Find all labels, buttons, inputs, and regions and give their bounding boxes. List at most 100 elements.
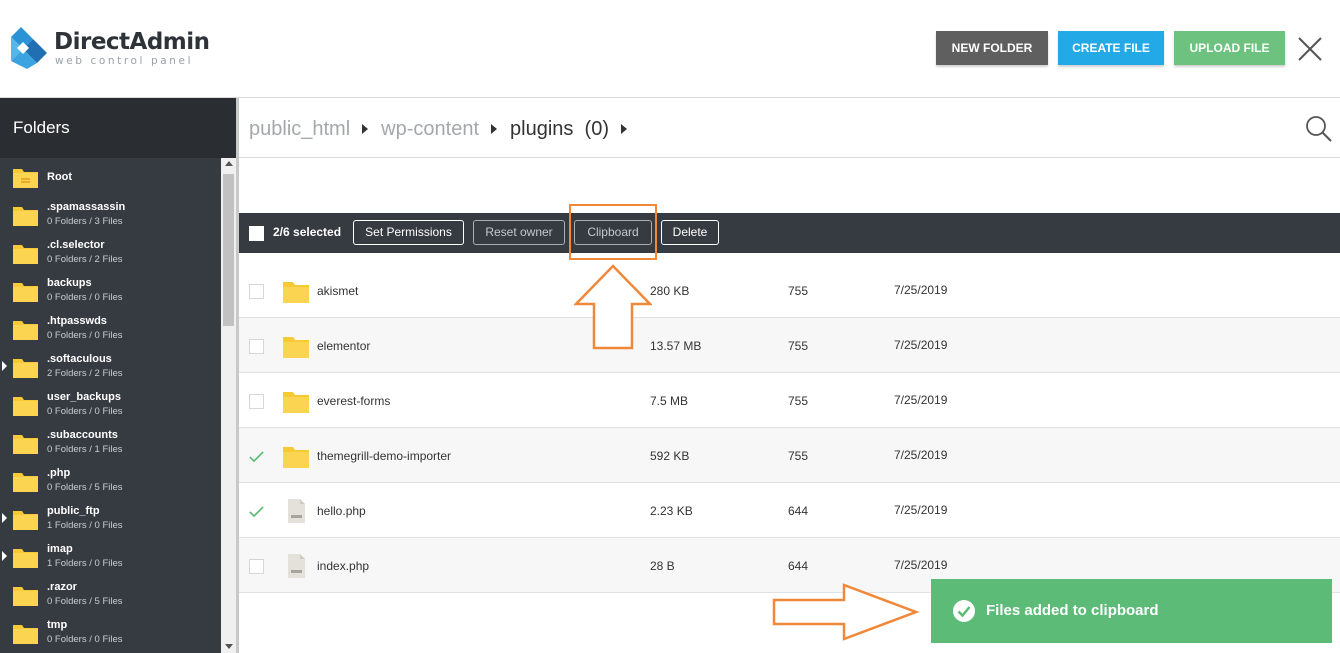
sidebar-item-label: .razor	[47, 581, 77, 593]
sidebar-item-root[interactable]: Root	[0, 158, 221, 196]
sidebar-item-label: .cl.selector	[47, 239, 105, 251]
checkmark-icon[interactable]	[249, 504, 264, 519]
file-date: 7/25/2019	[894, 283, 948, 297]
sidebar-item-public-ftp[interactable]: public_ftp 1 Folders / 0 Files	[0, 500, 221, 538]
brand-tagline: web control panel	[55, 55, 194, 67]
table-row[interactable]: hello.php 2.23 KB 644 7/25/2019	[239, 483, 1340, 538]
create-file-button[interactable]: CREATE FILE	[1058, 31, 1164, 65]
sidebar-item-user-backups[interactable]: user_backups 0 Folders / 0 Files	[0, 386, 221, 424]
breadcrumb-wp-content[interactable]: wp-content	[381, 99, 479, 159]
file-date: 7/25/2019	[894, 558, 948, 572]
sidebar-item-softaculous[interactable]: .softaculous 2 Folders / 2 Files	[0, 348, 221, 386]
file-size: 280 KB	[650, 284, 690, 298]
file-name[interactable]: akismet	[317, 284, 358, 298]
top-header: DirectAdmin web control panel NEW FOLDER…	[0, 0, 1340, 98]
sidebar-item-meta: 0 Folders / 2 Files	[47, 254, 123, 265]
sidebar-item-razor[interactable]: .razor 0 Folders / 5 Files	[0, 576, 221, 614]
php-file-icon	[288, 554, 305, 578]
sidebar-item-meta: 0 Folders / 0 Files	[47, 292, 123, 303]
clipboard-highlight-box	[569, 204, 657, 260]
file-list-panel: public_html wp-content plugins (0) 2/6 sel…	[236, 98, 1340, 653]
file-date: 7/25/2019	[894, 338, 948, 352]
checkmark-icon[interactable]	[249, 449, 264, 464]
sidebar-item-subaccounts[interactable]: .subaccounts 0 Folders / 1 Files	[0, 424, 221, 462]
select-all-checkbox[interactable]	[249, 226, 264, 241]
sidebar-item-tmp[interactable]: tmp 0 Folders / 0 Files	[0, 614, 221, 652]
file-table: akismet 280 KB 755 7/25/2019 elementor 1…	[239, 263, 1340, 593]
breadcrumb-arrow-icon[interactable]	[620, 123, 627, 134]
directadmin-logo[interactable]: DirectAdmin web control panel	[9, 27, 210, 69]
file-size: 28 B	[650, 559, 675, 573]
file-permissions: 755	[788, 449, 809, 463]
sidebar-item-htpasswds[interactable]: .htpasswds 0 Folders / 0 Files	[0, 310, 221, 348]
sidebar-item-label: Root	[47, 171, 73, 183]
row-checkbox[interactable]	[249, 284, 264, 299]
file-name[interactable]: themegrill-demo-importer	[317, 449, 451, 463]
table-row[interactable]: akismet 280 KB 755 7/25/2019	[239, 263, 1340, 318]
file-permissions: 755	[788, 284, 809, 298]
new-folder-button[interactable]: NEW FOLDER	[936, 31, 1048, 65]
folder-icon	[13, 625, 38, 644]
folder-icon	[13, 511, 38, 530]
sidebar-scrollbar[interactable]	[221, 158, 236, 653]
folder-icon	[13, 397, 38, 416]
folder-icon	[13, 207, 38, 226]
breadcrumb-divider	[239, 157, 1340, 158]
sidebar-item-label: .softaculous	[47, 353, 112, 365]
table-row[interactable]: everest-forms 7.5 MB 755 7/25/2019	[239, 373, 1340, 428]
upload-file-button[interactable]: UPLOAD FILE	[1174, 31, 1285, 65]
php-file-icon	[288, 499, 305, 523]
sidebar-item-meta: 0 Folders / 1 Files	[47, 444, 123, 455]
sidebar-item-spamassassin[interactable]: .spamassassin 0 Folders / 3 Files	[0, 196, 221, 234]
close-icon[interactable]	[1296, 35, 1324, 63]
search-icon[interactable]	[1305, 115, 1333, 143]
file-name[interactable]: hello.php	[317, 504, 366, 518]
file-name[interactable]: elementor	[317, 339, 370, 353]
breadcrumb-public-html[interactable]: public_html	[249, 99, 350, 159]
table-row[interactable]: elementor 13.57 MB 755 7/25/2019	[239, 318, 1340, 373]
expand-caret-icon[interactable]	[2, 513, 7, 523]
folder-icon	[283, 337, 309, 358]
sidebar-title: Folders	[0, 98, 236, 158]
folder-icon	[13, 435, 38, 454]
delete-button[interactable]: Delete	[661, 220, 719, 245]
sidebar-item-label: tmp	[47, 619, 68, 631]
breadcrumb-current: plugins	[510, 117, 574, 140]
breadcrumb: public_html wp-content plugins (0)	[249, 98, 1329, 158]
reset-owner-button[interactable]: Reset owner	[473, 220, 565, 245]
folder-tree: Root .spamassassin 0 Folders / 3 Files .…	[0, 158, 221, 653]
scroll-down-icon[interactable]	[225, 644, 233, 649]
folder-icon	[13, 359, 38, 378]
toast-notification: Files added to clipboard	[931, 579, 1332, 643]
set-permissions-button[interactable]: Set Permissions	[353, 220, 464, 245]
sidebar-item-label: .php	[47, 467, 71, 479]
sidebar-item-label: user_backups	[47, 391, 121, 403]
sidebar-item-cl-selector[interactable]: .cl.selector 0 Folders / 2 Files	[0, 234, 221, 272]
sidebar-item-backups[interactable]: backups 0 Folders / 0 Files	[0, 272, 221, 310]
scroll-thumb[interactable]	[223, 174, 234, 326]
expand-caret-icon[interactable]	[2, 551, 7, 561]
sidebar-item-meta: 2 Folders / 2 Files	[47, 368, 123, 379]
file-date: 7/25/2019	[894, 448, 948, 462]
breadcrumb-arrow-icon	[491, 123, 498, 134]
scroll-up-icon[interactable]	[225, 161, 233, 166]
file-manager-window: DirectAdmin web control panel NEW FOLDER…	[0, 0, 1340, 653]
expand-caret-icon[interactable]	[2, 361, 7, 371]
sidebar-item-meta: 1 Folders / 0 Files	[47, 520, 123, 531]
sidebar-item-php[interactable]: .php 0 Folders / 5 Files	[0, 462, 221, 500]
row-checkbox[interactable]	[249, 559, 264, 574]
row-checkbox[interactable]	[249, 339, 264, 354]
folder-icon	[13, 587, 38, 606]
row-checkbox[interactable]	[249, 394, 264, 409]
annotation-up-arrow-icon	[574, 264, 652, 350]
folder-icon	[13, 321, 38, 340]
check-circle-icon	[953, 600, 975, 622]
folders-sidebar: Folders Root .spamassassin 0 Folders / 3…	[0, 98, 236, 653]
file-name[interactable]: index.php	[317, 559, 369, 573]
sidebar-item-imap[interactable]: imap 1 Folders / 0 Files	[0, 538, 221, 576]
table-row[interactable]: themegrill-demo-importer 592 KB 755 7/25…	[239, 428, 1340, 483]
sidebar-item-label: imap	[47, 543, 73, 555]
sidebar-item-meta: 0 Folders / 3 Files	[47, 216, 123, 227]
file-name[interactable]: everest-forms	[317, 394, 390, 408]
file-permissions: 755	[788, 339, 809, 353]
